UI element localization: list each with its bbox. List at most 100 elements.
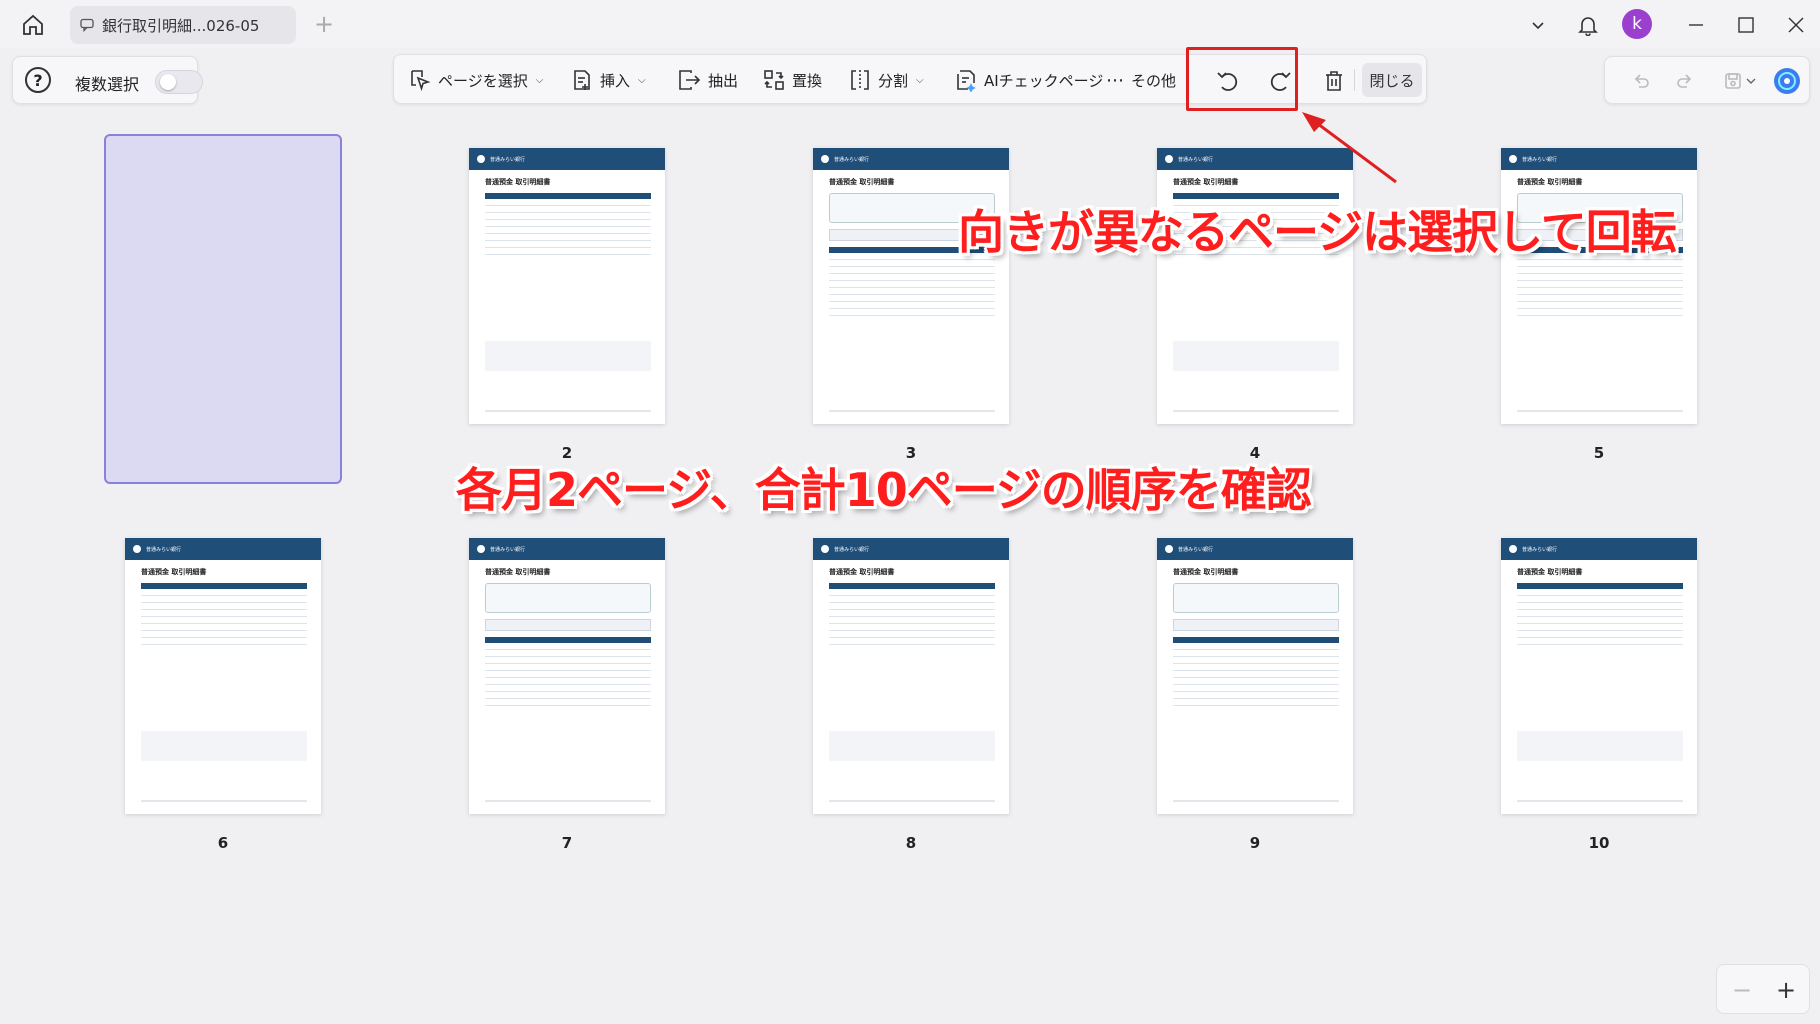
replace-label: 置換 — [792, 71, 823, 90]
page-thumbnail[interactable]: 普通みらい銀行普通預金 取引明細書 — [1157, 538, 1353, 814]
more-button[interactable]: ⋯ その他 — [1106, 55, 1176, 105]
page-number: 8 — [905, 834, 917, 852]
page-selection-highlight — [104, 134, 342, 484]
avatar[interactable]: k — [1622, 9, 1652, 39]
home-icon[interactable] — [18, 10, 48, 40]
thumb-summary — [485, 619, 651, 631]
page-number: 10 — [1588, 834, 1610, 852]
cursor-select-icon — [411, 70, 431, 92]
page-thumbnail[interactable]: 普通みらい銀行普通預金 取引明細書 — [813, 538, 1009, 814]
split-label: 分割 — [878, 71, 909, 90]
thumb-notes — [1173, 341, 1339, 371]
thumb-notes — [485, 341, 651, 371]
trash-icon — [1326, 71, 1342, 91]
redo-icon[interactable] — [1669, 65, 1701, 97]
page-thumbnail[interactable]: 普通みらい銀行普通預金 取引明細書 — [1501, 148, 1697, 424]
thumb-header: 普通みらい銀行 — [125, 538, 321, 560]
thumb-footer — [485, 410, 651, 412]
ai-check-page-button[interactable]: AIチェックページ — [954, 55, 1103, 105]
page-number: 9 — [1249, 834, 1261, 852]
comment-icon — [80, 18, 94, 32]
thumb-title: 普通預金 取引明細書 — [1173, 568, 1239, 576]
chevron-down-icon[interactable] — [1522, 9, 1554, 41]
thumb-header: 普通みらい銀行 — [813, 538, 1009, 560]
page-thumbnail[interactable]: 普通みらい銀行普通預金 取引明細書 — [469, 148, 665, 424]
bank-logo-icon — [133, 545, 141, 553]
document-tab[interactable]: 銀行取引明細...026-05 — [70, 6, 296, 44]
thumb-summary — [1173, 619, 1339, 631]
zoom-out-icon[interactable]: − — [1727, 975, 1757, 1005]
chevron-down-icon[interactable] — [1741, 65, 1761, 97]
thumb-title: 普通預金 取引明細書 — [829, 178, 895, 186]
thumb-account-box — [1173, 583, 1339, 613]
thumb-notes — [829, 731, 995, 761]
thumb-header: 普通みらい銀行 — [1501, 148, 1697, 170]
multi-select-toggle[interactable] — [155, 70, 203, 94]
thumb-title: 普通預金 取引明細書 — [485, 178, 551, 186]
replace-button[interactable]: 置換 — [762, 55, 822, 105]
delete-button[interactable] — [1318, 65, 1350, 97]
page-number: 6 — [217, 834, 229, 852]
thumb-bank-name: 普通みらい銀行 — [490, 156, 526, 163]
thumb-bank-name: 普通みらい銀行 — [834, 156, 870, 163]
thumb-header: 普通みらい銀行 — [469, 148, 665, 170]
thumb-table — [485, 637, 651, 706]
help-icon[interactable]: ? — [25, 67, 51, 93]
history-panel — [1604, 56, 1810, 104]
thumb-bank-name: 普通みらい銀行 — [834, 546, 870, 553]
chevron-down-icon: ⌵ — [535, 74, 544, 86]
ai-check-label: AIチェックページ — [984, 71, 1104, 90]
undo-icon[interactable] — [1625, 65, 1657, 97]
zoom-in-icon[interactable]: + — [1771, 975, 1801, 1005]
extract-button[interactable]: 抽出 — [676, 55, 738, 105]
ai-assistant-icon[interactable] — [1771, 65, 1803, 97]
maximize-icon[interactable] — [1730, 9, 1762, 41]
thumb-header: 普通みらい銀行 — [469, 538, 665, 560]
zoom-panel: − + — [1716, 964, 1810, 1014]
thumb-header: 普通みらい銀行 — [1157, 538, 1353, 560]
extract-icon — [679, 70, 701, 90]
select-pages-label: ページを選択 — [438, 71, 528, 90]
thumb-footer — [1517, 800, 1683, 802]
close-window-icon[interactable] — [1780, 9, 1812, 41]
thumb-table — [1517, 583, 1683, 645]
new-tab-plus-icon[interactable]: + — [310, 10, 338, 38]
extract-label: 抽出 — [708, 71, 739, 90]
page-thumbnail[interactable]: 普通みらい銀行普通預金 取引明細書 — [125, 538, 321, 814]
thumb-footer — [485, 800, 651, 802]
close-button[interactable]: 閉じる — [1362, 63, 1422, 97]
thumb-notes — [141, 731, 307, 761]
insert-button[interactable]: 挿入 ⌵ — [570, 55, 646, 105]
more-label: その他 — [1131, 71, 1177, 90]
bank-logo-icon — [1509, 545, 1517, 553]
page-thumbnail[interactable]: 普通みらい銀行普通預金 取引明細書 — [813, 148, 1009, 424]
thumb-title: 普通預金 取引明細書 — [485, 568, 551, 576]
thumb-table — [829, 583, 995, 645]
bell-icon[interactable] — [1572, 9, 1604, 41]
ai-check-icon — [957, 70, 976, 92]
select-pages-button[interactable]: ページを選択 ⌵ — [408, 55, 543, 105]
thumb-header: 普通みらい銀行 — [813, 148, 1009, 170]
thumb-title: 普通預金 取引明細書 — [1517, 178, 1583, 186]
thumb-bank-name: 普通みらい銀行 — [1522, 156, 1558, 163]
page-thumbnail[interactable]: 普通みらい銀行普通預金 取引明細書 — [1501, 538, 1697, 814]
thumb-footer — [1173, 410, 1339, 412]
thumb-table — [141, 583, 307, 645]
page-thumbnail[interactable]: 普通みらい銀行普通預金 取引明細書 — [469, 538, 665, 814]
thumb-bank-name: 普通みらい銀行 — [490, 546, 526, 553]
bank-logo-icon — [477, 545, 485, 553]
split-button[interactable]: 分割 ⌵ — [848, 55, 924, 105]
thumb-footer — [829, 800, 995, 802]
bank-logo-icon — [477, 155, 485, 163]
replace-icon — [764, 70, 784, 90]
bank-logo-icon — [1165, 155, 1173, 163]
more-dots-icon: ⋯ — [1106, 69, 1125, 91]
page-thumbnail[interactable]: 普通みらい銀行普通預金 取引明細書 — [1157, 148, 1353, 424]
minimize-icon[interactable] — [1680, 9, 1712, 41]
thumb-bank-name: 普通みらい銀行 — [1178, 156, 1214, 163]
toggle-knob — [160, 74, 176, 90]
multi-select-label: 複数選択 — [75, 75, 140, 94]
bank-logo-icon — [1509, 155, 1517, 163]
thumb-title: 普通預金 取引明細書 — [1517, 568, 1583, 576]
bank-logo-icon — [821, 545, 829, 553]
